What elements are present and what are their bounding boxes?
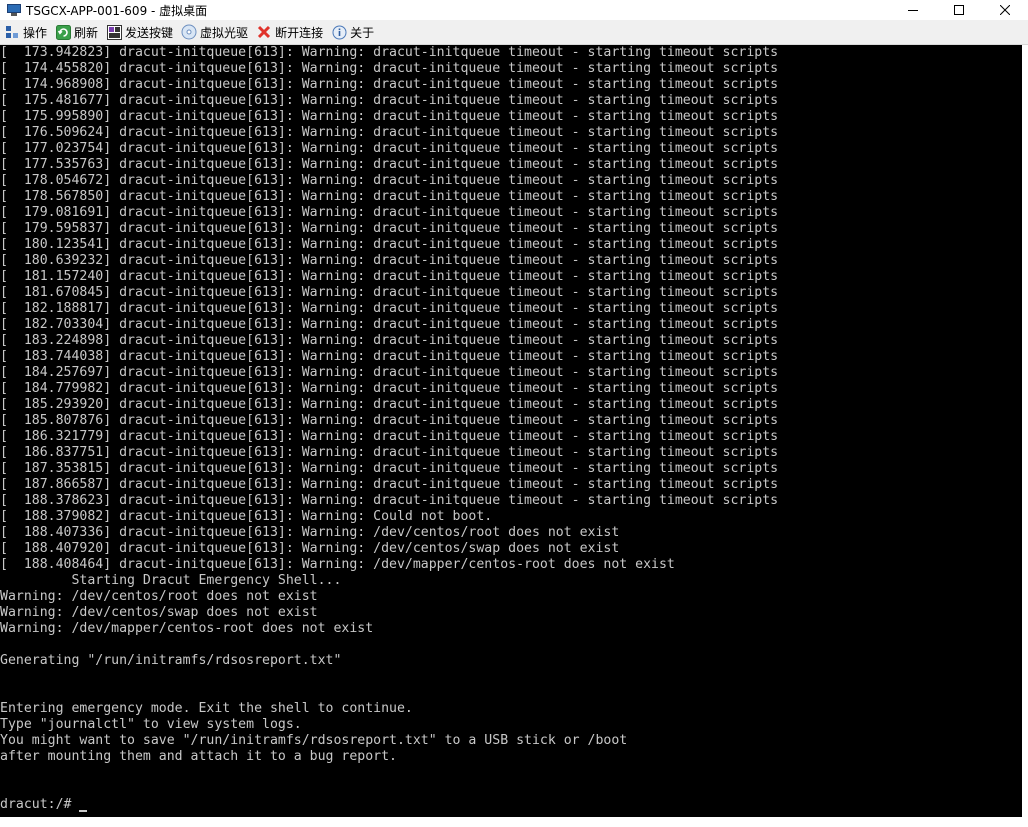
- console-line: [ 177.535763] dracut-initqueue[613]: War…: [0, 157, 779, 172]
- console-line: Type "journalctl" to view system logs.: [0, 717, 302, 732]
- maximize-button[interactable]: [936, 0, 982, 20]
- console-screen[interactable]: [ 173.942823] dracut-initqueue[613]: War…: [0, 45, 1022, 817]
- toolbar-actions-label: 操作: [23, 25, 48, 40]
- console-line: [ 182.703304] dracut-initqueue[613]: War…: [0, 317, 779, 332]
- console-line: Entering emergency mode. Exit the shell …: [0, 701, 413, 716]
- toolbar-virtual-cd-label: 虚拟光驱: [200, 25, 249, 40]
- disconnect-icon: [256, 24, 272, 40]
- text-cursor: [79, 810, 88, 812]
- console-line: [ 176.509624] dracut-initqueue[613]: War…: [0, 125, 779, 140]
- console-line: [ 187.866587] dracut-initqueue[613]: War…: [0, 477, 779, 492]
- minimize-icon: [908, 10, 918, 11]
- close-icon: [1000, 5, 1010, 15]
- refresh-icon: [55, 24, 71, 40]
- console-line: [ 186.321779] dracut-initqueue[613]: War…: [0, 429, 779, 444]
- toolbar-refresh-label: 刷新: [74, 25, 99, 40]
- console-line: [ 184.257697] dracut-initqueue[613]: War…: [0, 365, 779, 380]
- console-line: [ 185.807876] dracut-initqueue[613]: War…: [0, 413, 779, 428]
- console-line: Warning: /dev/centos/swap does not exist: [0, 605, 318, 620]
- console-line: after mounting them and attach it to a b…: [0, 749, 397, 764]
- toolbar-about-button[interactable]: 关于: [331, 21, 378, 43]
- window-edge-right: [1022, 45, 1028, 817]
- monitor-icon: [7, 4, 21, 16]
- toolbar-send-keys-button[interactable]: 发送按键: [106, 21, 177, 43]
- toolbar-virtual-cd-button[interactable]: 虚拟光驱: [181, 21, 252, 43]
- console-line: Generating "/run/initramfs/rdsosreport.t…: [0, 653, 342, 668]
- actions-icon: [4, 24, 20, 40]
- console-line: [ 184.779982] dracut-initqueue[613]: War…: [0, 381, 779, 396]
- toolbar-send-keys-label: 发送按键: [125, 25, 174, 40]
- console-line: [ 186.837751] dracut-initqueue[613]: War…: [0, 445, 779, 460]
- toolbar-about-label: 关于: [350, 25, 375, 40]
- console-line: [ 188.379082] dracut-initqueue[613]: War…: [0, 509, 493, 524]
- console-line: [ 188.407336] dracut-initqueue[613]: War…: [0, 525, 620, 540]
- console-line: Warning: /dev/centos/root does not exist: [0, 589, 318, 604]
- minimize-button[interactable]: [890, 0, 936, 20]
- console-line: Starting Dracut Emergency Shell...: [0, 573, 342, 588]
- window-edge-bottom: [0, 817, 1028, 827]
- toolbar-actions-button[interactable]: 操作: [4, 21, 51, 43]
- maximize-icon: [954, 5, 964, 15]
- console-line: Warning: /dev/mapper/centos-root does no…: [0, 621, 374, 636]
- keyboard-icon: [106, 24, 122, 40]
- console-line: [ 177.023754] dracut-initqueue[613]: War…: [0, 141, 779, 156]
- toolbar-disconnect-label: 断开连接: [275, 25, 324, 40]
- toolbar-refresh-button[interactable]: 刷新: [55, 21, 102, 43]
- console-line: [ 173.942823] dracut-initqueue[613]: War…: [0, 45, 779, 60]
- shell-prompt: dracut:/#: [0, 797, 80, 812]
- toolbar: 操作 刷新 发送按键 虚拟光驱 断开连接 关于: [0, 20, 1028, 45]
- console-line: [ 178.054672] dracut-initqueue[613]: War…: [0, 173, 779, 188]
- console-line: [ 185.293920] dracut-initqueue[613]: War…: [0, 397, 779, 412]
- console-line: [ 179.081691] dracut-initqueue[613]: War…: [0, 205, 779, 220]
- console-line: You might want to save "/run/initramfs/r…: [0, 733, 628, 748]
- toolbar-disconnect-button[interactable]: 断开连接: [256, 21, 327, 43]
- shell-prompt-line[interactable]: dracut:/#: [0, 797, 1022, 813]
- console-line: [ 180.639232] dracut-initqueue[613]: War…: [0, 253, 779, 268]
- window-controls: [890, 0, 1028, 20]
- console-line: [ 181.157240] dracut-initqueue[613]: War…: [0, 269, 779, 284]
- console-line: [ 179.595837] dracut-initqueue[613]: War…: [0, 221, 779, 236]
- console-line: [ 187.353815] dracut-initqueue[613]: War…: [0, 461, 779, 476]
- console-line: [ 174.968908] dracut-initqueue[613]: War…: [0, 77, 779, 92]
- console-output: [ 173.942823] dracut-initqueue[613]: War…: [0, 45, 1022, 813]
- console-line: [ 188.407920] dracut-initqueue[613]: War…: [0, 541, 620, 556]
- console-line: [ 188.408464] dracut-initqueue[613]: War…: [0, 557, 675, 572]
- console-line: [ 175.995890] dracut-initqueue[613]: War…: [0, 109, 779, 124]
- console-line: [ 188.378623] dracut-initqueue[613]: War…: [0, 493, 779, 508]
- info-icon: [331, 24, 347, 40]
- console-line: [ 181.670845] dracut-initqueue[613]: War…: [0, 285, 779, 300]
- close-button[interactable]: [982, 0, 1028, 20]
- console-line: [ 175.481677] dracut-initqueue[613]: War…: [0, 93, 779, 108]
- window-title: TSGCX-APP-001-609 - 虚拟桌面: [26, 3, 208, 18]
- console-line: [ 174.455820] dracut-initqueue[613]: War…: [0, 61, 779, 76]
- cdrom-icon: [181, 24, 197, 40]
- title-bar[interactable]: TSGCX-APP-001-609 - 虚拟桌面: [0, 0, 1028, 20]
- console-line: [ 178.567850] dracut-initqueue[613]: War…: [0, 189, 779, 204]
- console-line: [ 182.188817] dracut-initqueue[613]: War…: [0, 301, 779, 316]
- console-line: [ 183.744038] dracut-initqueue[613]: War…: [0, 349, 779, 364]
- console-line: [ 183.224898] dracut-initqueue[613]: War…: [0, 333, 779, 348]
- console-line: [ 180.123541] dracut-initqueue[613]: War…: [0, 237, 779, 252]
